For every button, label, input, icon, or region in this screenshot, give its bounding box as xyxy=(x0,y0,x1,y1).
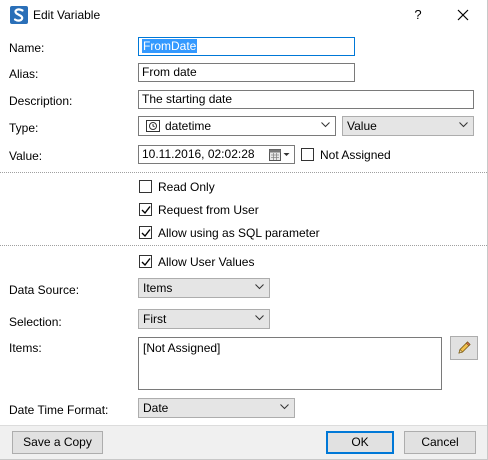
type-kind-combo[interactable]: Value xyxy=(342,116,474,136)
chevron-down-icon xyxy=(280,404,289,410)
app-logo-icon xyxy=(10,6,28,24)
pencil-icon xyxy=(458,341,471,354)
alias-label: Alias: xyxy=(9,67,39,81)
selection-label: Selection: xyxy=(9,315,62,329)
allow-sql-parameter-label: Allow using as SQL parameter xyxy=(158,226,320,240)
not-assigned-checkbox[interactable] xyxy=(301,148,314,161)
checkmark-icon xyxy=(141,206,151,215)
chevron-down-icon xyxy=(255,315,264,321)
selection-combo[interactable]: First xyxy=(138,309,270,329)
chevron-down-icon xyxy=(255,284,264,290)
type-kind-value: Value xyxy=(347,119,377,133)
help-button[interactable]: ? xyxy=(405,4,431,26)
chevron-down-icon xyxy=(459,122,468,128)
dialog-footer: Save a Copy OK Cancel xyxy=(0,425,487,459)
separator xyxy=(0,245,487,246)
items-label: Items: xyxy=(9,341,42,355)
alias-input[interactable]: From date xyxy=(138,63,355,82)
data-source-combo[interactable]: Items xyxy=(138,278,270,298)
items-list[interactable]: [Not Assigned] xyxy=(138,337,442,390)
name-input-value: FromDate xyxy=(142,39,198,53)
ok-button[interactable]: OK xyxy=(326,431,394,454)
checkmark-icon xyxy=(141,258,151,267)
read-only-label: Read Only xyxy=(158,180,215,194)
not-assigned-label: Not Assigned xyxy=(320,148,391,162)
edit-variable-dialog: Edit Variable ? Name: FromDate Alias: Fr… xyxy=(0,0,488,460)
date-time-format-combo[interactable]: Date xyxy=(138,398,295,418)
type-label: Type: xyxy=(9,121,39,135)
selection-value: First xyxy=(143,312,167,326)
request-from-user-checkbox[interactable] xyxy=(139,203,152,216)
title-bar: Edit Variable ? xyxy=(0,0,487,31)
description-input[interactable]: The starting date xyxy=(138,90,474,109)
allow-user-values-checkbox[interactable] xyxy=(139,255,152,268)
type-value: datetime xyxy=(165,119,212,133)
close-button[interactable] xyxy=(446,4,480,26)
type-combo[interactable]: datetime xyxy=(138,116,336,136)
edit-items-button[interactable] xyxy=(450,336,478,360)
checkmark-icon xyxy=(141,229,151,238)
value-datetime-text: 10.11.2016, 02:02:28 xyxy=(142,147,255,161)
separator xyxy=(0,172,487,173)
allow-sql-parameter-checkbox[interactable] xyxy=(139,226,152,239)
data-source-value: Items xyxy=(143,281,173,295)
close-icon xyxy=(457,9,469,21)
request-from-user-label: Request from User xyxy=(158,203,259,217)
name-label: Name: xyxy=(9,41,45,55)
chevron-down-icon xyxy=(321,122,330,128)
date-time-format-value: Date xyxy=(143,401,169,415)
calendar-dropdown-icon[interactable] xyxy=(269,149,291,161)
clock-icon xyxy=(146,120,160,132)
read-only-checkbox[interactable] xyxy=(139,180,152,193)
cancel-button[interactable]: Cancel xyxy=(404,431,476,454)
allow-user-values-label: Allow User Values xyxy=(158,255,255,269)
data-source-label: Data Source: xyxy=(9,283,80,297)
save-a-copy-button[interactable]: Save a Copy xyxy=(12,431,103,454)
window-title: Edit Variable xyxy=(33,8,101,22)
value-datetime-input[interactable]: 10.11.2016, 02:02:28 xyxy=(138,145,295,164)
date-time-format-label: Date Time Format: xyxy=(9,403,109,417)
name-input[interactable]: FromDate xyxy=(138,37,355,56)
description-label: Description: xyxy=(9,94,73,108)
value-label: Value: xyxy=(9,149,43,163)
items-value: [Not Assigned] xyxy=(143,341,221,355)
